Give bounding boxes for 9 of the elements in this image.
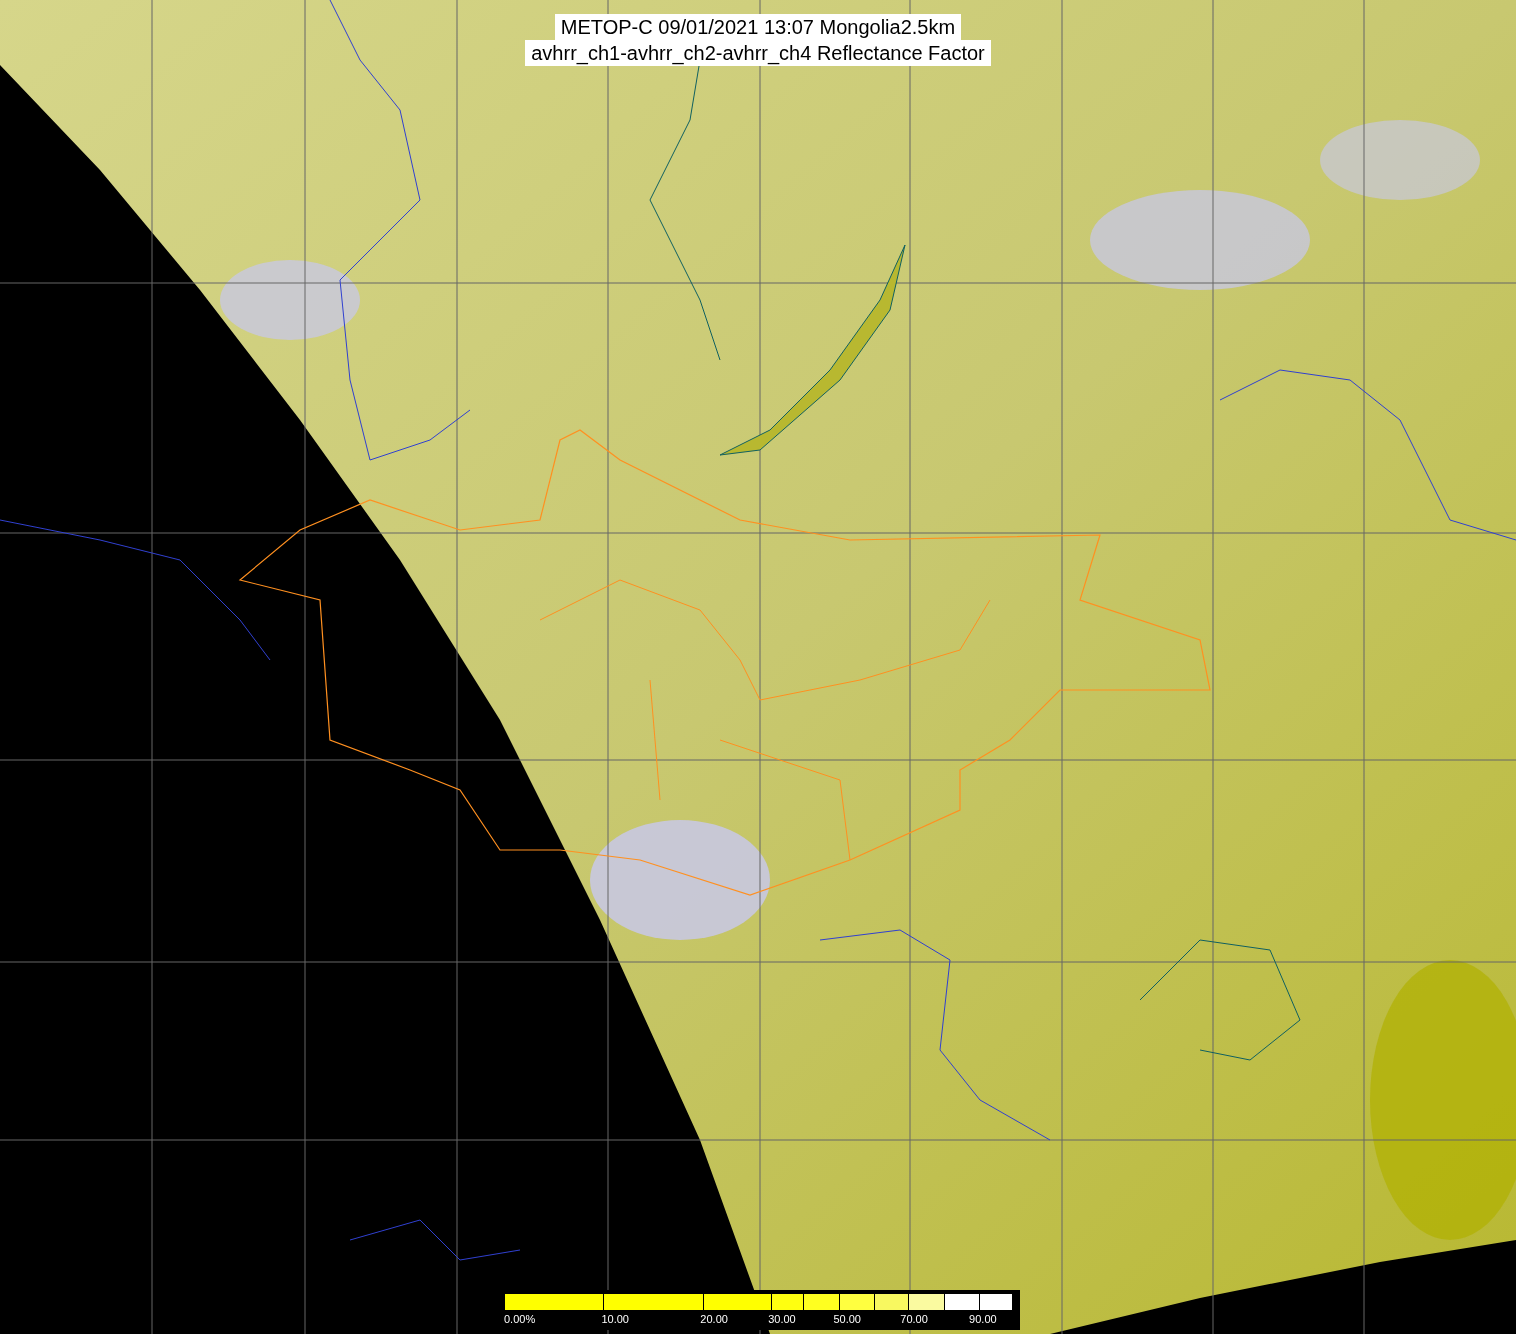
scale-label: 70.00	[900, 1313, 928, 1325]
scale-label: 90.00	[969, 1313, 997, 1325]
map-title: METOP-C 09/01/2021 13:07 Mongolia2.5km	[554, 14, 962, 40]
scale-label: 0.00%	[504, 1313, 536, 1325]
scale-label: 10.00	[601, 1313, 629, 1325]
map-title: avhrr_ch1-avhrr_ch2-avhrr_ch4 Reflectance Factor	[525, 40, 991, 66]
scale-label: 50.00	[833, 1313, 861, 1325]
scale-label: 20.00	[700, 1313, 728, 1325]
scale-label: 30.00	[768, 1313, 796, 1325]
